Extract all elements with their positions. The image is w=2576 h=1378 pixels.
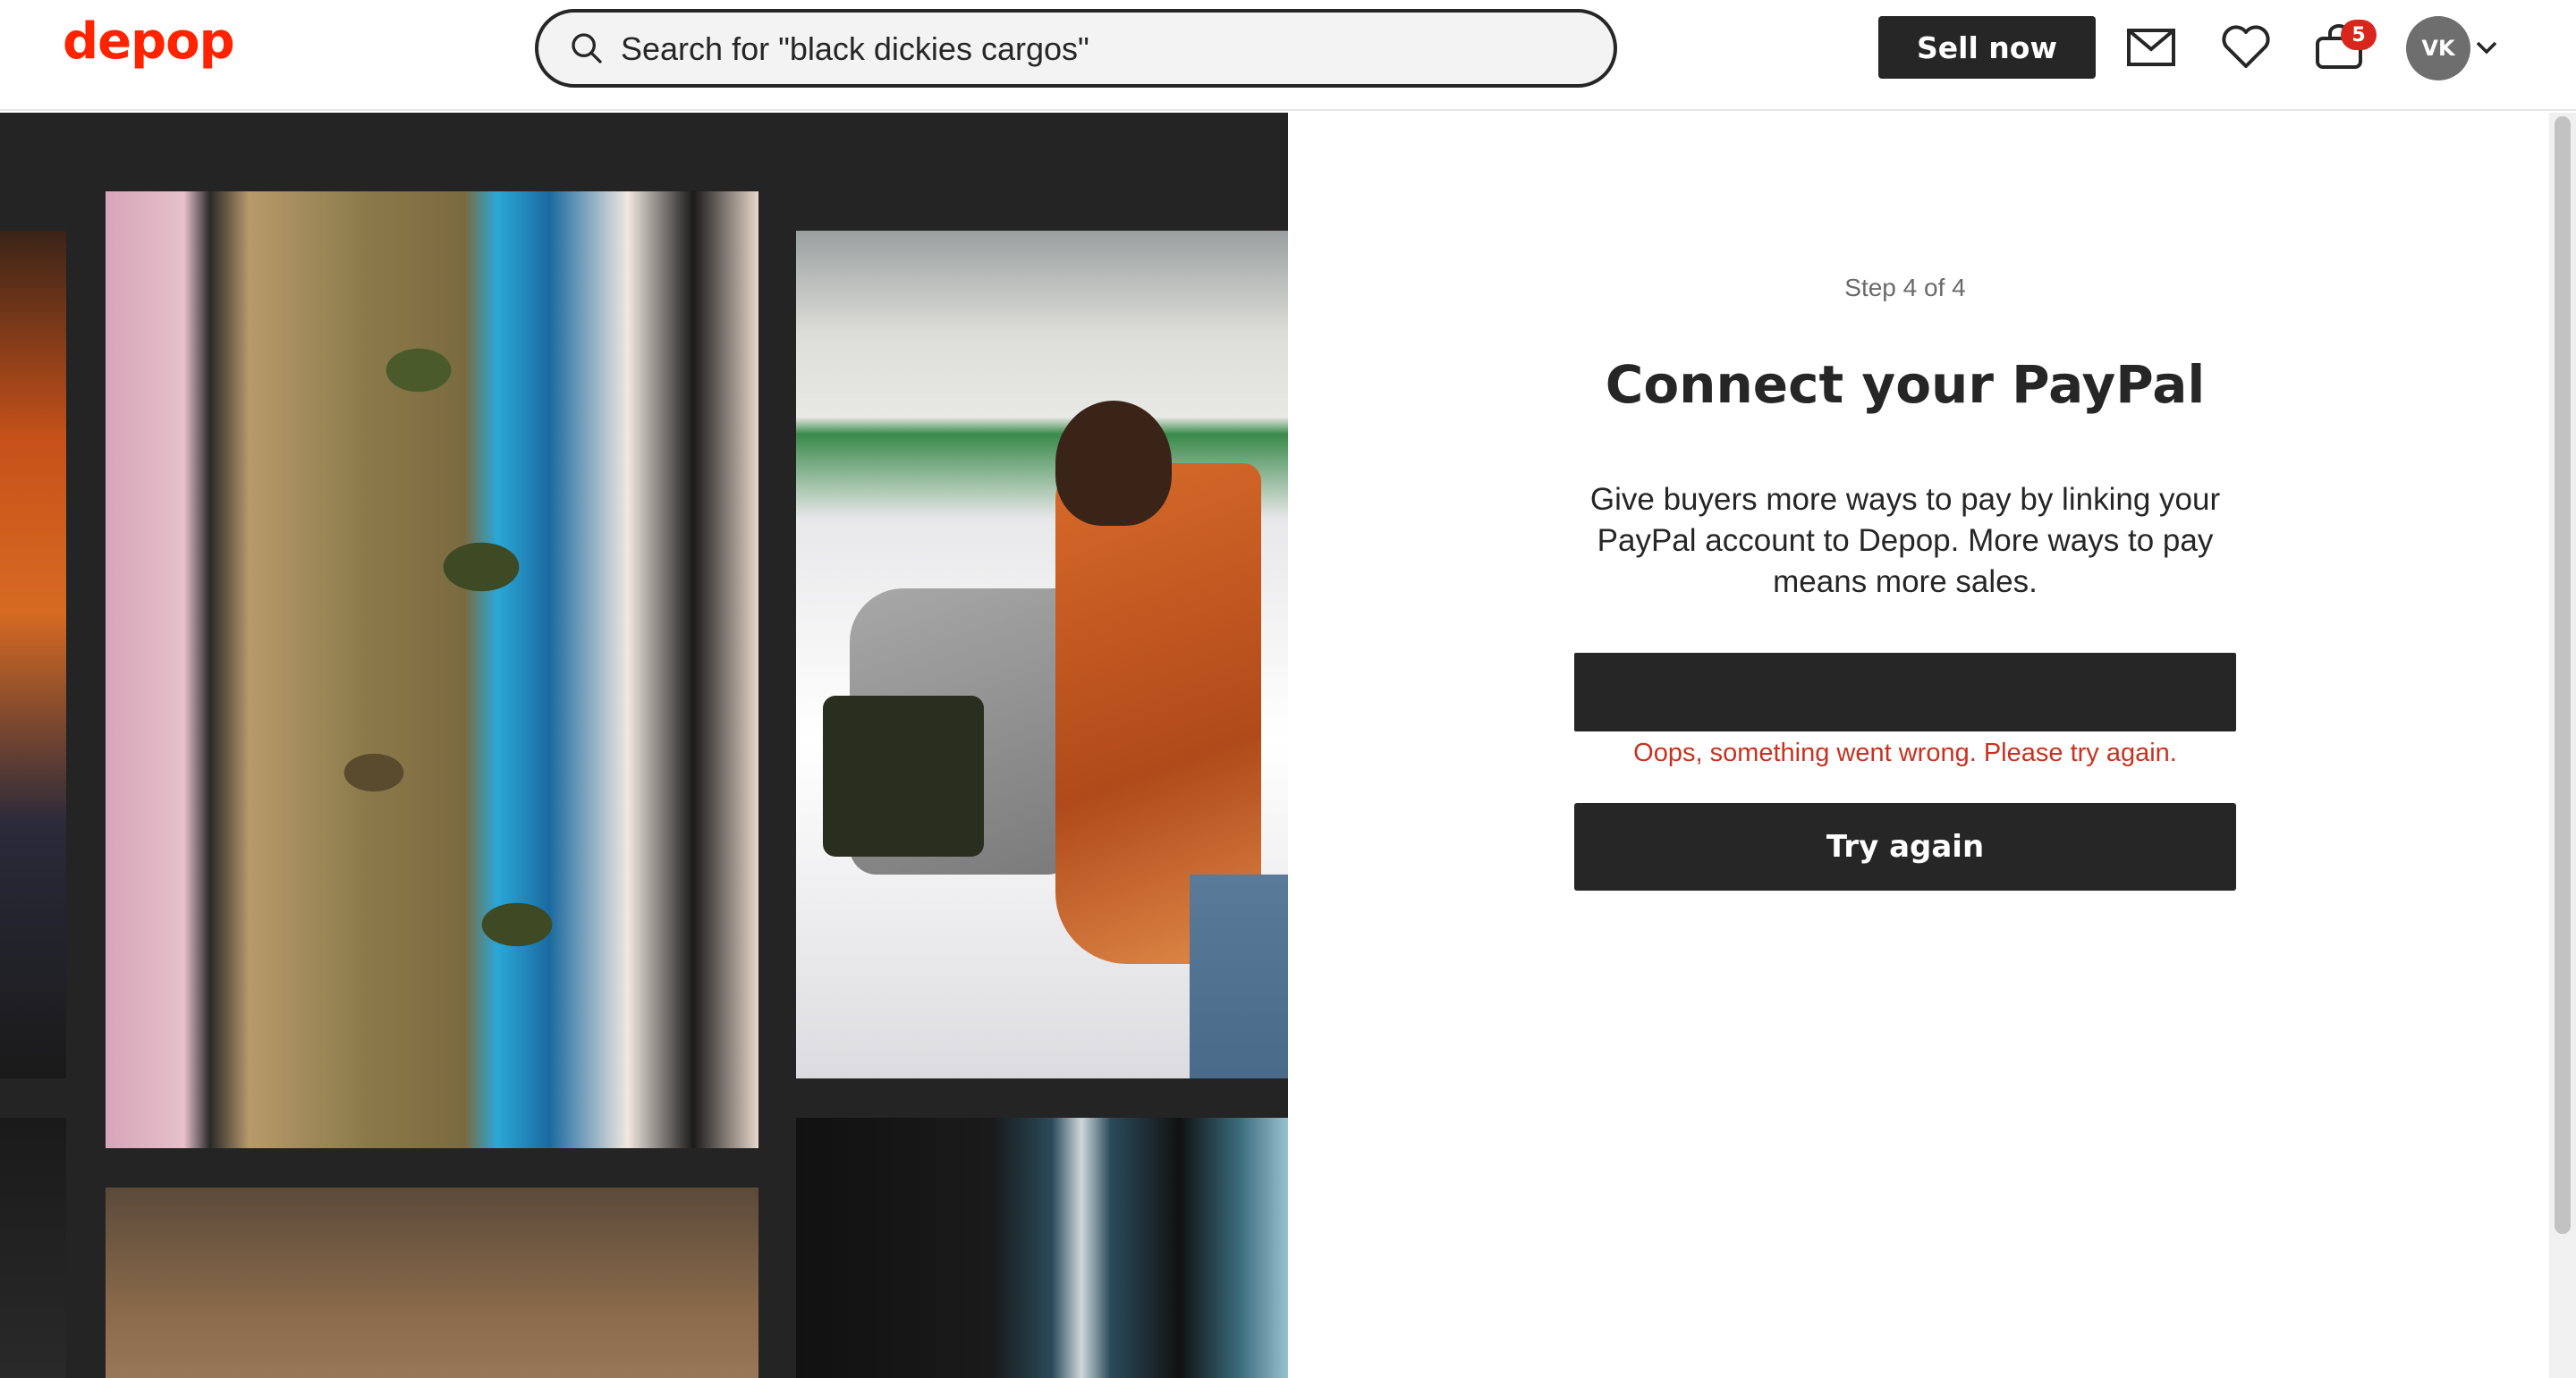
try-again-button[interactable]: Try again <box>1574 803 2236 891</box>
search-icon <box>572 33 602 63</box>
chevron-down-icon[interactable] <box>2474 36 2499 61</box>
collage-photo <box>0 231 66 1078</box>
sell-now-button[interactable]: Sell now <box>1878 16 2096 79</box>
collage-photo <box>106 191 758 1148</box>
error-message: Oops, something went wrong. Please try a… <box>1633 739 2177 767</box>
avatar[interactable]: VK <box>2406 16 2470 80</box>
search-bar[interactable] <box>535 9 1617 88</box>
page-title: Connect your PayPal <box>1605 354 2206 415</box>
depop-logo[interactable]: depop <box>63 13 235 71</box>
messages-button[interactable] <box>2123 20 2179 75</box>
collage-photo <box>796 1118 1288 1378</box>
top-header: depop Sell now 5 VK <box>0 0 2576 111</box>
paypal-connect-button[interactable] <box>1574 653 2236 731</box>
description: Give buyers more ways to pay by linking … <box>1589 482 2221 599</box>
photo-detail <box>1055 401 1172 526</box>
mail-icon <box>2127 29 2175 66</box>
paypal-connect-panel: Step 4 of 4 Connect your PayPal Give buy… <box>1288 113 2549 1378</box>
photo-collage <box>0 113 1288 1378</box>
collage-photo <box>0 1118 66 1378</box>
saved-items-button[interactable] <box>2218 20 2274 75</box>
search-input[interactable] <box>619 25 1589 73</box>
collage-photo <box>106 1188 758 1378</box>
bag-count-badge: 5 <box>2341 20 2377 50</box>
step-indicator: Step 4 of 4 <box>1844 274 1966 301</box>
photo-detail <box>823 696 984 857</box>
photo-detail <box>1190 875 1288 1078</box>
collage-photo <box>796 231 1288 1078</box>
heart-icon <box>2222 25 2270 68</box>
scrollbar-thumb[interactable] <box>2555 116 2571 1234</box>
